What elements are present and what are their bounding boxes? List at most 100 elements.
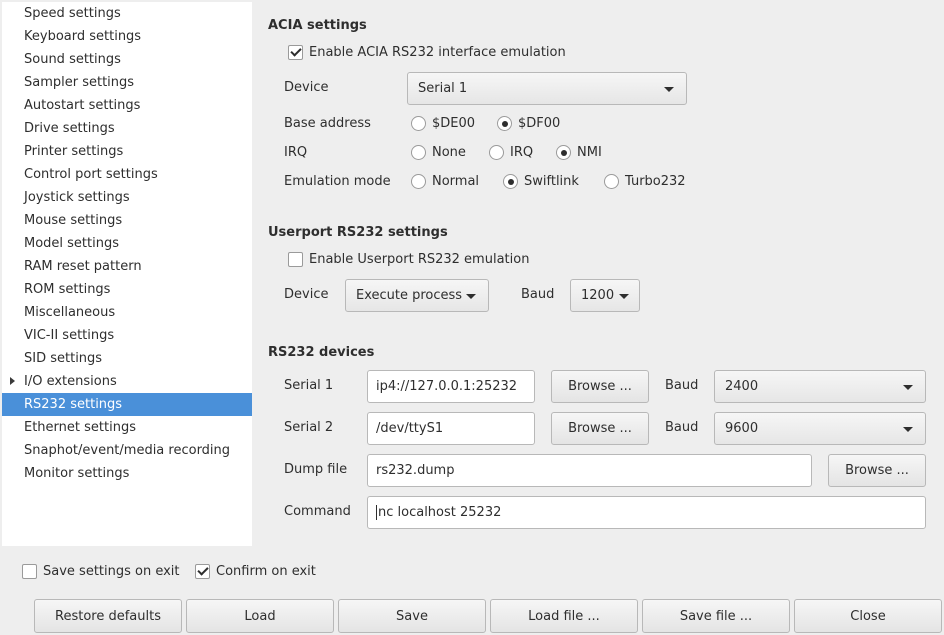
mode-normal-radio[interactable]: Normal [411,174,479,189]
serial2-input[interactable]: /dev/ttyS1 [367,412,535,445]
sidebar-item-ethernet[interactable]: Ethernet settings [2,416,252,439]
irq-none-radio[interactable]: None [411,145,466,160]
radio-label: Normal [432,174,480,189]
load-file-button[interactable]: Load file ... [490,599,638,633]
sidebar-item-io-extensions[interactable]: I/O extensions [2,370,252,393]
radio-circle[interactable] [411,145,426,160]
dropdown-arrow-icon [619,293,629,299]
sidebar-item-snapshot[interactable]: Snaphot/event/media recording [2,439,252,462]
save-button[interactable]: Save [338,599,486,633]
save-file-button[interactable]: Save file ... [642,599,790,633]
radio-circle[interactable] [411,174,426,189]
serial2-value: /dev/ttyS1 [376,421,444,436]
dropdown-arrow-icon [466,293,476,299]
radio-label: Swiftlink [524,174,579,189]
sidebar-item-rom[interactable]: ROM settings [2,278,252,301]
sidebar-item-monitor[interactable]: Monitor settings [2,462,252,485]
serial2-baud-label: Baud [665,420,699,435]
close-button[interactable]: Close [794,599,942,633]
sidebar-item-control-port[interactable]: Control port settings [2,163,252,186]
sidebar-item-keyboard[interactable]: Keyboard settings [2,25,252,48]
userport-enable-checkbox[interactable]: Enable Userport RS232 emulation [288,252,529,267]
serial2-label: Serial 2 [284,420,334,435]
acia-device-value: Serial 1 [418,81,468,96]
serial1-value: ip4://127.0.0.1:25232 [376,379,518,394]
radio-label: $DE00 [432,116,476,131]
radio-circle[interactable] [489,145,504,160]
settings-tree[interactable]: Speed settings Keyboard settings Sound s… [2,2,252,546]
radio-circle[interactable] [411,116,426,131]
rs232-settings-panel: ACIA settings Enable ACIA RS232 interfac… [252,0,944,548]
checkbox-box[interactable] [288,252,303,267]
command-label: Command [284,504,351,519]
dump-file-browse-button[interactable]: Browse ... [828,454,926,487]
radio-circle[interactable] [604,174,619,189]
mode-swiftlink-radio[interactable]: Swiftlink [503,174,579,189]
command-input[interactable]: nc localhost 25232 [367,496,926,529]
userport-device-value: Execute process [356,288,463,303]
serial2-baud-value: 9600 [725,421,759,436]
text-cursor [376,505,377,520]
acia-device-label: Device [284,80,329,95]
irq-irq-radio[interactable]: IRQ [489,145,533,160]
restore-defaults-button[interactable]: Restore defaults [34,599,182,633]
radio-circle[interactable] [497,116,512,131]
checkbox-box[interactable] [22,564,37,579]
sidebar-item-speed[interactable]: Speed settings [2,2,252,25]
devices-section-title: RS232 devices [268,345,375,360]
sidebar-item-autostart[interactable]: Autostart settings [2,94,252,117]
checkbox-box[interactable] [288,45,303,60]
sidebar-item-sid[interactable]: SID settings [2,347,252,370]
acia-section-title: ACIA settings [268,18,367,33]
sidebar-item-ram-reset[interactable]: RAM reset pattern [2,255,252,278]
sidebar-item-model[interactable]: Model settings [2,232,252,255]
base-address-df00-radio[interactable]: $DF00 [497,116,560,131]
checkbox-box[interactable] [195,564,210,579]
sidebar-item-mouse[interactable]: Mouse settings [2,209,252,232]
acia-enable-label: Enable ACIA RS232 interface emulation [309,45,566,60]
sidebar-item-sound[interactable]: Sound settings [2,48,252,71]
radio-label: $DF00 [518,116,561,131]
radio-label: Turbo232 [625,174,686,189]
sidebar-item-rs232[interactable]: RS232 settings [2,393,252,416]
save-on-exit-label: Save settings on exit [43,564,180,579]
dump-file-label: Dump file [284,462,348,477]
command-value: nc localhost 25232 [378,505,502,520]
irq-nmi-radio[interactable]: NMI [556,145,602,160]
serial1-baud-value: 2400 [725,379,759,394]
expander-arrow-icon[interactable] [10,377,15,385]
emulation-mode-label: Emulation mode [284,174,391,189]
radio-label: None [432,145,466,160]
userport-device-combo[interactable]: Execute process [345,279,489,312]
confirm-on-exit-checkbox[interactable]: Confirm on exit [195,564,316,579]
serial1-baud-label: Baud [665,378,699,393]
userport-baud-combo[interactable]: 1200 [570,279,640,312]
sidebar-item-label: I/O extensions [24,374,117,389]
sidebar-item-vic-ii[interactable]: VIC-II settings [2,324,252,347]
userport-baud-label: Baud [521,287,555,302]
base-address-de00-radio[interactable]: $DE00 [411,116,475,131]
mode-turbo232-radio[interactable]: Turbo232 [604,174,686,189]
save-on-exit-checkbox[interactable]: Save settings on exit [22,564,180,579]
sidebar-item-misc[interactable]: Miscellaneous [2,301,252,324]
userport-device-label: Device [284,287,329,302]
acia-device-combo[interactable]: Serial 1 [407,72,687,105]
radio-circle[interactable] [556,145,571,160]
dump-file-input[interactable]: rs232.dump [367,454,812,487]
userport-baud-value: 1200 [581,288,615,303]
serial2-browse-button[interactable]: Browse ... [551,412,649,445]
sidebar-item-printer[interactable]: Printer settings [2,140,252,163]
sidebar-item-joystick[interactable]: Joystick settings [2,186,252,209]
dropdown-arrow-icon [664,86,674,92]
serial1-input[interactable]: ip4://127.0.0.1:25232 [367,370,535,403]
radio-label: IRQ [510,145,534,160]
radio-circle[interactable] [503,174,518,189]
base-address-label: Base address [284,116,371,131]
acia-enable-checkbox[interactable]: Enable ACIA RS232 interface emulation [288,45,566,60]
serial2-baud-combo[interactable]: 9600 [714,412,926,445]
sidebar-item-sampler[interactable]: Sampler settings [2,71,252,94]
serial1-baud-combo[interactable]: 2400 [714,370,926,403]
load-button[interactable]: Load [186,599,334,633]
serial1-browse-button[interactable]: Browse ... [551,370,649,403]
sidebar-item-drive[interactable]: Drive settings [2,117,252,140]
